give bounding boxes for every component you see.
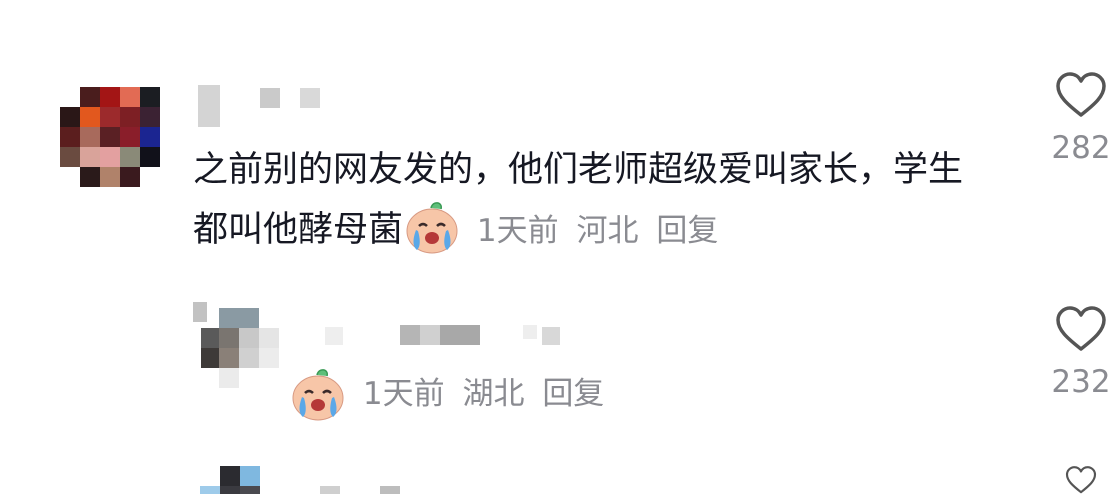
crying-face-emoji	[289, 365, 347, 423]
reply-meta-row: 1天前 湖北 回复	[289, 364, 604, 424]
heart-outline-icon	[1056, 72, 1106, 117]
comment-body: 之前别的网友发的，他们老师超级爱叫家长，学生都叫他酵母菌 1天前 河北 回复	[193, 140, 973, 261]
like-button[interactable]: 282	[1048, 72, 1114, 166]
reply-button[interactable]: 回复	[656, 201, 718, 261]
reply-time: 1天前	[362, 376, 445, 412]
next-reply-avatar[interactable]	[200, 466, 290, 494]
comment-time: 1天前	[476, 213, 559, 249]
heart-outline-icon	[1065, 466, 1097, 494]
next-reply-like-button[interactable]	[1048, 466, 1114, 494]
reply-avatar[interactable]	[193, 302, 283, 392]
commenter-username[interactable]	[198, 85, 328, 130]
crying-face-emoji	[403, 198, 461, 256]
like-count: 282	[1051, 130, 1111, 166]
reply-like-count: 232	[1051, 364, 1111, 400]
commenter-avatar[interactable]	[60, 87, 160, 187]
reply-username[interactable]	[325, 325, 565, 350]
reply-like-button[interactable]: 232	[1048, 306, 1114, 400]
comment-location: 河北	[576, 213, 639, 249]
reply-reply-button[interactable]: 回复	[542, 376, 604, 412]
reply-location: 湖北	[462, 376, 525, 412]
next-reply-username[interactable]	[320, 486, 410, 494]
heart-outline-icon	[1056, 306, 1106, 351]
